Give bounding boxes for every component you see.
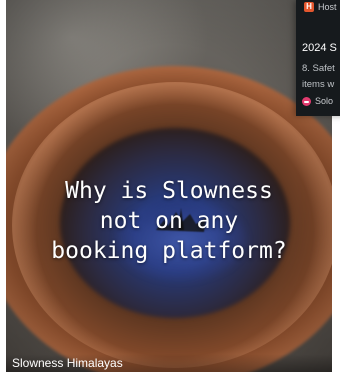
author-name: Solo (315, 96, 334, 106)
author-row: Solo (302, 96, 333, 106)
article-card-2024[interactable]: H Host 2024 S 8. Safet items w Solo (296, 0, 340, 116)
article-card-slowness[interactable]: Why is Slowness not on any booking platf… (6, 0, 332, 372)
solo-logo-icon (302, 96, 311, 106)
card-title[interactable]: 2024 S (302, 42, 337, 55)
source-row: H Host (304, 1, 337, 13)
screen: Why is Slowness not on any booking platf… (0, 0, 340, 372)
h-logo-icon: H (304, 2, 314, 12)
hero-headline: Why is Slowness not on any booking platf… (51, 178, 287, 264)
card-snippet: 8. Safet items w (302, 63, 335, 90)
image-caption: Slowness Himalayas (12, 356, 123, 370)
source-name: Host (318, 2, 337, 12)
